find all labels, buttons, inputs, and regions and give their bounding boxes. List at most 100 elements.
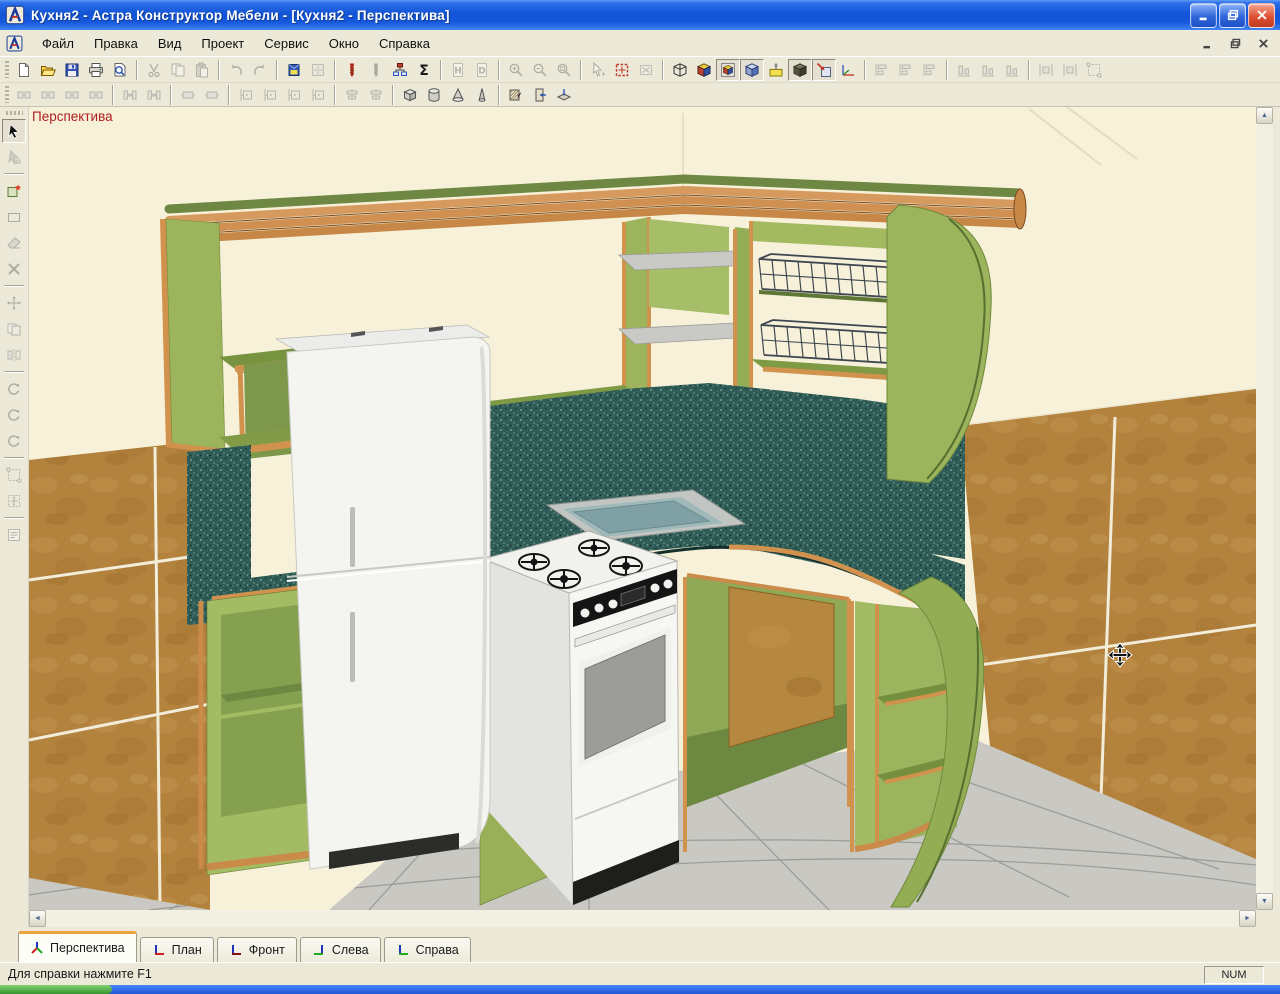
scroll-left-button[interactable]: ◄ bbox=[29, 910, 46, 927]
toolbar-separator bbox=[498, 84, 500, 105]
fit-frame-button bbox=[1082, 59, 1106, 81]
align-right-button bbox=[918, 59, 942, 81]
print-preview-button[interactable] bbox=[108, 59, 132, 81]
new-icon bbox=[16, 62, 32, 78]
spec-h-button bbox=[446, 59, 470, 81]
tab-perspective[interactable]: Перспектива bbox=[18, 931, 137, 962]
select-button[interactable] bbox=[2, 119, 26, 143]
menu-help[interactable]: Справка bbox=[369, 32, 440, 55]
edit-points-button bbox=[2, 145, 26, 169]
vertical-scrollbar[interactable]: ▲ ▼ bbox=[1256, 107, 1273, 910]
fasten-icon bbox=[286, 87, 302, 103]
status-message: Для справки нажмите F1 bbox=[8, 967, 152, 981]
palette-gripper[interactable] bbox=[5, 111, 23, 115]
floor-button[interactable] bbox=[552, 84, 576, 106]
close-button[interactable] bbox=[1248, 2, 1275, 28]
pointer-zoom-icon bbox=[590, 62, 606, 78]
arrow-plus-icon bbox=[6, 149, 22, 165]
tab-front[interactable]: Фронт bbox=[216, 937, 297, 962]
properties-button bbox=[2, 523, 26, 547]
toolbar-separator bbox=[334, 59, 336, 80]
mdi-minimize-button[interactable] bbox=[1196, 34, 1218, 52]
props-icon bbox=[6, 527, 22, 543]
menu-project[interactable]: Проект bbox=[191, 32, 254, 55]
fasteners-button[interactable] bbox=[340, 59, 364, 81]
menu-view[interactable]: Вид bbox=[148, 32, 192, 55]
view-frame-button[interactable] bbox=[740, 58, 764, 81]
view-fittings-button[interactable] bbox=[764, 59, 788, 81]
arrow-icon bbox=[6, 123, 22, 139]
toolbar-gripper[interactable] bbox=[5, 61, 9, 78]
tab-label: Слева bbox=[331, 943, 369, 957]
rect-icon bbox=[6, 209, 22, 225]
tab-plan[interactable]: План bbox=[139, 937, 214, 962]
save-button[interactable] bbox=[60, 59, 84, 81]
gap-horizontal-button bbox=[118, 84, 142, 106]
erase-region-button bbox=[634, 59, 658, 81]
distribute-icon bbox=[1062, 62, 1078, 78]
move-object-button[interactable] bbox=[812, 58, 836, 81]
print-button[interactable] bbox=[84, 59, 108, 81]
align-h-icon bbox=[922, 62, 938, 78]
menu-service[interactable]: Сервис bbox=[254, 32, 319, 55]
calculate-button[interactable] bbox=[412, 59, 436, 81]
structure-button[interactable] bbox=[388, 59, 412, 81]
primitive-cylinder-button[interactable] bbox=[422, 84, 446, 106]
fit-red-icon bbox=[614, 62, 630, 78]
mdi-restore-button[interactable] bbox=[1224, 34, 1246, 52]
zoom-ext-icon bbox=[556, 62, 572, 78]
tab-right[interactable]: Справа bbox=[383, 937, 471, 962]
zoom-selection-button[interactable] bbox=[610, 59, 634, 81]
view-textured-button[interactable] bbox=[788, 58, 812, 81]
fasten-edge-2-button bbox=[258, 84, 282, 106]
shelfcopy-icon bbox=[6, 321, 22, 337]
start-button-edge[interactable] bbox=[0, 985, 112, 994]
open-button[interactable] bbox=[36, 59, 60, 81]
horizontal-scrollbar[interactable]: ◄ ► bbox=[29, 910, 1256, 927]
rotate-icon bbox=[6, 433, 22, 449]
menu-file[interactable]: Файл bbox=[32, 32, 84, 55]
new-button[interactable] bbox=[12, 59, 36, 81]
menu-edit[interactable]: Правка bbox=[84, 32, 148, 55]
primitive-box-button[interactable] bbox=[398, 84, 422, 106]
toolbar-separator bbox=[112, 84, 114, 105]
scroll-right-button[interactable]: ► bbox=[1239, 910, 1256, 927]
tab-label: План bbox=[171, 943, 202, 957]
minimize-button[interactable] bbox=[1190, 2, 1217, 28]
gap-icon bbox=[146, 87, 162, 103]
view-wireframe-button[interactable] bbox=[668, 59, 692, 81]
prim-cyl-icon bbox=[426, 87, 442, 103]
door-button[interactable] bbox=[528, 84, 552, 106]
document-icon bbox=[6, 34, 24, 52]
view-shaded-button[interactable] bbox=[692, 59, 716, 81]
toolbar-separator bbox=[392, 84, 394, 105]
tab-left[interactable]: Слева bbox=[299, 937, 381, 962]
scroll-down-button[interactable]: ▼ bbox=[1256, 893, 1273, 910]
scroll-up-button[interactable]: ▲ bbox=[1256, 107, 1273, 124]
viewport-3d[interactable]: Перспектива bbox=[29, 107, 1256, 910]
mdi-close-button[interactable] bbox=[1252, 34, 1274, 52]
move-button bbox=[2, 291, 26, 315]
num-lock-indicator: NUM bbox=[1204, 966, 1264, 984]
align-v-icon bbox=[980, 62, 996, 78]
xbox-icon bbox=[638, 62, 654, 78]
center-v-button bbox=[364, 84, 388, 106]
toolbar-separator bbox=[218, 59, 220, 80]
toolbar-separator bbox=[170, 84, 172, 105]
wall-button[interactable] bbox=[504, 84, 528, 106]
primitive-pyramid-button[interactable] bbox=[470, 84, 494, 106]
align-center-h-button bbox=[894, 59, 918, 81]
new-panel-button[interactable] bbox=[2, 179, 26, 203]
zoom-in-button bbox=[504, 59, 528, 81]
primitive-cone-button[interactable] bbox=[446, 84, 470, 106]
tab-label: Фронт bbox=[248, 943, 285, 957]
menu-window[interactable]: Окно bbox=[319, 32, 369, 55]
materials-button[interactable] bbox=[282, 59, 306, 81]
toolbar-gripper[interactable] bbox=[5, 86, 9, 103]
view-edges-button[interactable] bbox=[716, 58, 740, 81]
rotate-y-button bbox=[2, 403, 26, 427]
toolbar-separator bbox=[4, 285, 24, 287]
toolbar-align-primitives bbox=[0, 83, 1280, 107]
show-axes-button[interactable] bbox=[836, 59, 860, 81]
restore-button[interactable] bbox=[1219, 2, 1246, 28]
